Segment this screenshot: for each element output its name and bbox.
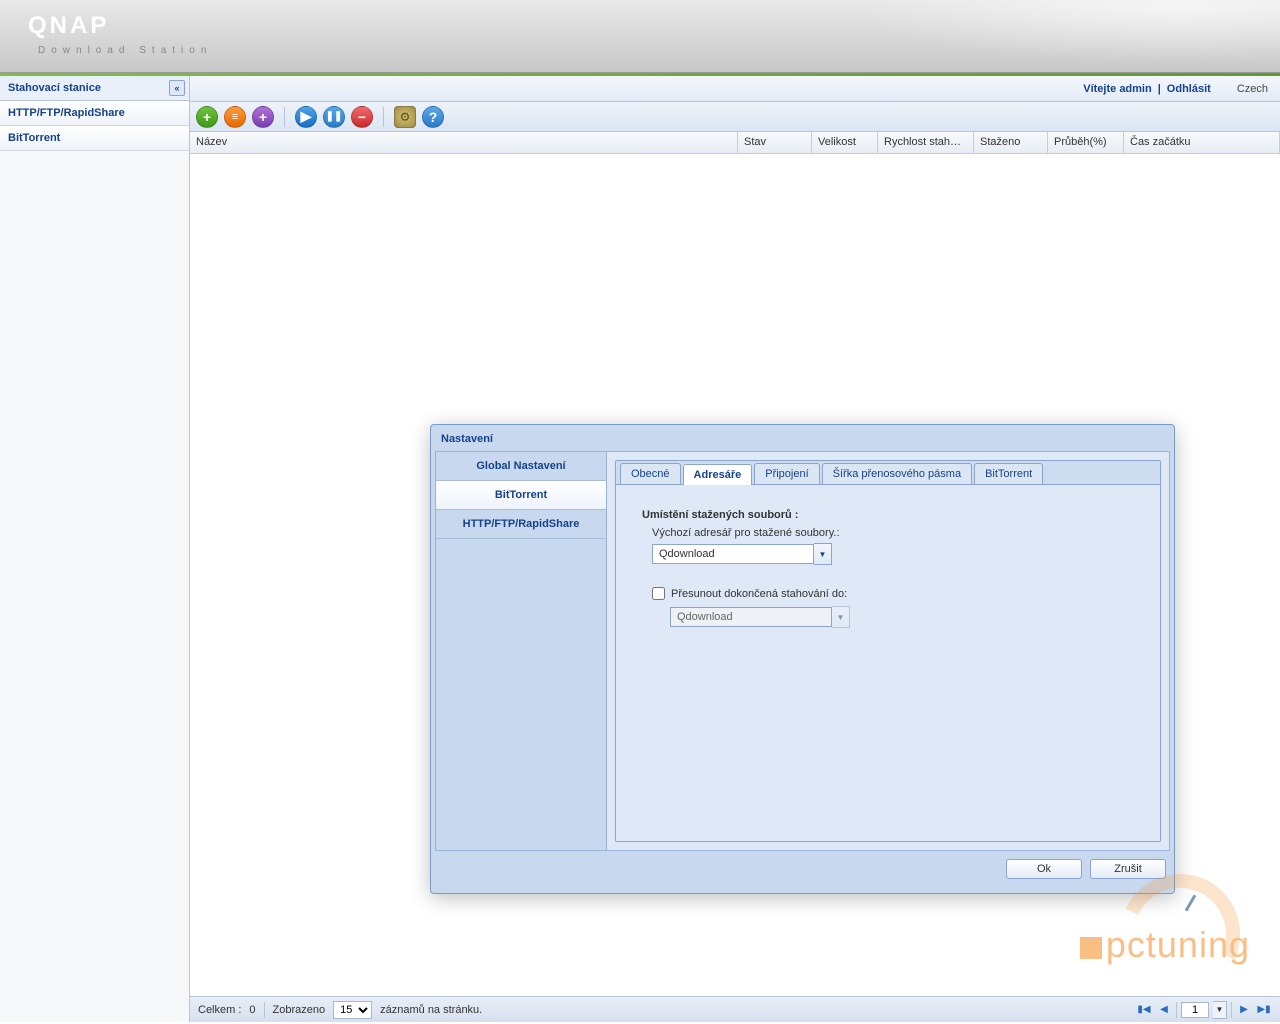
total-label: Celkem :: [198, 1004, 241, 1016]
topbar: Vítejte admin | Odhlásit Czech: [190, 76, 1280, 102]
nav-global[interactable]: Global Nastavení: [436, 452, 606, 481]
language-selector[interactable]: Czech: [1237, 83, 1268, 95]
first-page-icon[interactable]: ▮◀: [1136, 1002, 1152, 1018]
sidebar-title-text: Stahovací stanice: [8, 82, 101, 94]
move-completed-label: Přesunout dokončená stahování do:: [671, 588, 847, 600]
page-input[interactable]: [1181, 1002, 1209, 1018]
separator: |: [1158, 83, 1161, 95]
toolbar: + ≡ + ▶ ❚❚ − ⚙ ?: [190, 102, 1280, 132]
col-speed[interactable]: Rychlost stahov…: [878, 132, 974, 153]
dropdown-icon[interactable]: ▼: [814, 543, 832, 565]
brand-logo: QNAP: [28, 12, 109, 40]
remove-icon[interactable]: −: [351, 106, 373, 128]
move-completed-checkbox[interactable]: [652, 587, 665, 600]
last-page-icon[interactable]: ▶▮: [1256, 1002, 1272, 1018]
tab-directories[interactable]: Adresáře: [683, 464, 753, 485]
watermark: pctuning: [1080, 924, 1250, 966]
grid-header: Název Stav Velikost Rychlost stahov… Sta…: [190, 132, 1280, 154]
tab-bandwidth[interactable]: Šířka přenosového pásma: [822, 463, 972, 484]
tab-general[interactable]: Obecné: [620, 463, 681, 484]
rss-add-icon[interactable]: ≡: [224, 106, 246, 128]
col-progress[interactable]: Průběh(%): [1048, 132, 1124, 153]
col-name[interactable]: Název: [190, 132, 738, 153]
total-value: 0: [249, 1004, 255, 1016]
settings-dialog: Nastavení Global Nastavení BitTorrent HT…: [430, 424, 1175, 894]
col-downloaded[interactable]: Staženo: [974, 132, 1048, 153]
nav-http[interactable]: HTTP/FTP/RapidShare: [436, 510, 606, 539]
records-suffix: záznamů na stránku.: [380, 1004, 482, 1016]
move-dir-input: Qdownload: [670, 607, 832, 627]
statusbar: Celkem : 0 Zobrazeno 15 záznamů na strán…: [190, 996, 1280, 1022]
ok-button[interactable]: Ok: [1006, 859, 1082, 879]
settings-icon[interactable]: ⚙: [394, 106, 416, 128]
pause-icon[interactable]: ❚❚: [323, 106, 345, 128]
pager: ▮◀ ◀ ▼ ▶ ▶▮: [1136, 1001, 1272, 1019]
cancel-button[interactable]: Zrušit: [1090, 859, 1166, 879]
add-icon[interactable]: +: [196, 106, 218, 128]
tab-bittorrent[interactable]: BitTorrent: [974, 463, 1043, 484]
statusbar-separator: [264, 1002, 265, 1018]
section-title: Umístění stažených souborů :: [642, 509, 1134, 521]
help-icon[interactable]: ?: [422, 106, 444, 128]
welcome-text: Vítejte admin: [1083, 83, 1151, 95]
col-size[interactable]: Velikost: [812, 132, 878, 153]
default-dir-input[interactable]: Qdownload: [652, 544, 814, 564]
default-dir-label: Výchozí adresář pro stažené soubory.:: [652, 527, 1134, 539]
tab-connection[interactable]: Připojení: [754, 463, 819, 484]
pager-separator: [1231, 1002, 1232, 1018]
dialog-tabstrip: Obecné Adresáře Připojení Šířka přenosov…: [616, 461, 1160, 485]
sidebar-item-http[interactable]: HTTP/FTP/RapidShare: [0, 101, 189, 126]
shown-label: Zobrazeno: [273, 1004, 326, 1016]
toolbar-separator: [284, 107, 285, 127]
dropdown-icon: ▼: [832, 606, 850, 628]
pagesize-select[interactable]: 15: [333, 1001, 372, 1019]
dialog-pane: Umístění stažených souborů : Výchozí adr…: [616, 485, 1160, 841]
col-starttime[interactable]: Čas začátku: [1124, 132, 1280, 153]
logout-link[interactable]: Odhlásit: [1167, 83, 1211, 95]
page-dropdown-icon[interactable]: ▼: [1213, 1001, 1227, 1019]
sidebar: Stahovací stanice « HTTP/FTP/RapidShare …: [0, 76, 190, 1022]
dialog-title: Nastavení: [435, 429, 1170, 451]
start-icon[interactable]: ▶: [295, 106, 317, 128]
toolbar-separator: [383, 107, 384, 127]
grid-body: Nastavení Global Nastavení BitTorrent HT…: [190, 154, 1280, 996]
collapse-icon[interactable]: «: [169, 80, 185, 96]
next-page-icon[interactable]: ▶: [1236, 1002, 1252, 1018]
dialog-nav: Global Nastavení BitTorrent HTTP/FTP/Rap…: [436, 452, 606, 850]
app-header: QNAP Download Station: [0, 0, 1280, 73]
nav-bittorrent[interactable]: BitTorrent: [436, 481, 606, 510]
col-state[interactable]: Stav: [738, 132, 812, 153]
brand-subtitle: Download Station: [38, 45, 212, 56]
prev-page-icon[interactable]: ◀: [1156, 1002, 1172, 1018]
add-url-icon[interactable]: +: [252, 106, 274, 128]
sidebar-item-bittorrent[interactable]: BitTorrent: [0, 126, 189, 151]
pager-separator: [1176, 1002, 1177, 1018]
dialog-content: Obecné Adresáře Připojení Šířka přenosov…: [606, 452, 1169, 850]
sidebar-title: Stahovací stanice «: [0, 76, 189, 101]
